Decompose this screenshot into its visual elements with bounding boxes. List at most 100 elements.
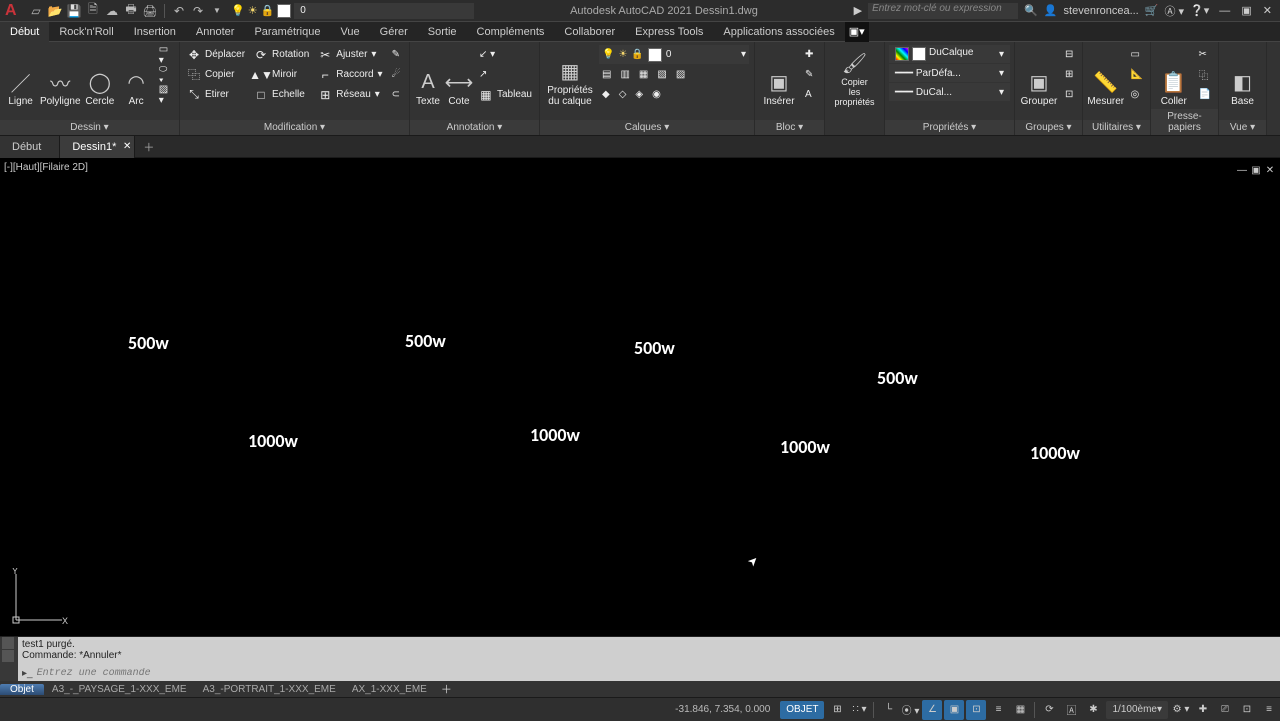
- inserer-button[interactable]: ▣Insérer: [759, 45, 799, 107]
- layer-tool4-icon[interactable]: ▧: [654, 65, 669, 84]
- layer-tool9-icon[interactable]: ◉: [649, 85, 664, 104]
- minimize-icon[interactable]: —: [1215, 5, 1234, 17]
- model-text[interactable]: 1000w: [248, 430, 298, 452]
- ajuster-button[interactable]: ✂Ajuster ▾: [315, 45, 385, 64]
- layer-props-button[interactable]: ▦Propriétés du calque: [544, 45, 596, 107]
- layout-a3-paysage[interactable]: A3_-_PAYSAGE_1-XXX_EME: [44, 684, 195, 695]
- paste-icon[interactable]: 📄: [1196, 85, 1214, 104]
- redo-icon[interactable]: ↷: [190, 3, 206, 19]
- tab-collaborer[interactable]: Collaborer: [554, 22, 625, 42]
- ungroup-icon[interactable]: ⊟: [1062, 45, 1076, 64]
- save-icon[interactable]: 💾: [66, 3, 82, 19]
- cloud-icon[interactable]: ☁: [104, 3, 120, 19]
- gear-icon[interactable]: ⚙ ▾: [1171, 700, 1191, 720]
- qat-layer-dropdown[interactable]: 0: [294, 3, 474, 19]
- groupedit-icon[interactable]: ⊞: [1062, 65, 1076, 84]
- raccord-button[interactable]: ⌐Raccord ▾: [315, 65, 385, 84]
- explode-icon[interactable]: ☄: [389, 65, 404, 84]
- copy-icon[interactable]: ⿻: [1196, 65, 1214, 84]
- vp-minimize-icon[interactable]: —: [1236, 164, 1248, 176]
- saveas-icon[interactable]: 🗎: [85, 3, 101, 19]
- cercle-button[interactable]: ◯Cercle: [83, 45, 116, 107]
- erase-icon[interactable]: ✎: [389, 45, 404, 64]
- add-layout-icon[interactable]: ＋: [435, 681, 458, 697]
- panel-label-calques[interactable]: Calques ▾: [540, 120, 754, 135]
- new-icon[interactable]: ▱: [28, 3, 44, 19]
- color-dropdown[interactable]: DuCalque▾: [889, 45, 1010, 63]
- tab-rocknroll[interactable]: Rock'n'Roll: [49, 22, 123, 42]
- filetab-start[interactable]: Début: [0, 136, 60, 158]
- block-attr-icon[interactable]: A: [802, 85, 816, 104]
- sun-icon[interactable]: ☀: [248, 4, 258, 17]
- search-icon[interactable]: 🔍: [1024, 4, 1038, 17]
- app-store-icon[interactable]: Ⓐ ▾: [1164, 3, 1184, 19]
- annotation-vis-icon[interactable]: ✱: [1083, 700, 1103, 720]
- layout-a3-portrait[interactable]: A3_-PORTRAIT_1-XXX_EME: [195, 684, 344, 695]
- help-search[interactable]: Entrez mot-clé ou expression: [868, 3, 1018, 19]
- layer-dropdown[interactable]: 💡 ☀ 🔒 0▾: [599, 45, 749, 64]
- tab-complements[interactable]: Compléments: [467, 22, 555, 42]
- clean-icon[interactable]: ⊡: [1237, 700, 1257, 720]
- layer-tool1-icon[interactable]: ▤: [599, 65, 614, 84]
- plot-icon[interactable]: 🖶: [123, 3, 139, 19]
- close-tab-icon[interactable]: ✕: [123, 141, 131, 152]
- block-create-icon[interactable]: ✚: [802, 45, 816, 64]
- model-text[interactable]: 1000w: [1030, 442, 1080, 464]
- mesurer-button[interactable]: 📏Mesurer: [1087, 45, 1125, 107]
- cycling-icon[interactable]: ⟳: [1039, 700, 1059, 720]
- layer-tool7-icon[interactable]: ◇: [616, 85, 630, 104]
- app-icon[interactable]: A: [5, 2, 23, 20]
- model-text[interactable]: 1000w: [530, 424, 580, 446]
- hardware-icon[interactable]: ⎚: [1215, 700, 1235, 720]
- texte-button[interactable]: ATexte: [414, 45, 442, 107]
- util2-icon[interactable]: 📐: [1128, 65, 1146, 84]
- panel-label-annotation[interactable]: Annotation ▾: [410, 120, 539, 135]
- object-snap-toggle[interactable]: OBJET: [780, 701, 824, 719]
- scale-dropdown[interactable]: 1/100ème ▾: [1106, 701, 1168, 719]
- tab-insertion[interactable]: Insertion: [124, 22, 186, 42]
- reseau-button[interactable]: ⊞Réseau ▾: [315, 85, 385, 104]
- tab-annoter[interactable]: Annoter: [186, 22, 245, 42]
- lineweight-dropdown[interactable]: ━━━ DuCal...▾: [889, 83, 1010, 101]
- viewport[interactable]: [-][Haut][Filaire 2D] — ▣ ✕ 500w500w500w…: [0, 158, 1280, 636]
- layer-tool8-icon[interactable]: ◈: [632, 85, 646, 104]
- panel-label-bloc[interactable]: Bloc ▾: [755, 120, 824, 135]
- etirer-button[interactable]: ⤡Etirer: [184, 85, 248, 104]
- polar-icon[interactable]: ⦿ ▾: [900, 700, 920, 720]
- grouper-button[interactable]: ▣Grouper: [1019, 45, 1059, 107]
- tab-parametrique[interactable]: Paramétrique: [244, 22, 330, 42]
- deplacer-button[interactable]: ✥Déplacer: [184, 45, 248, 64]
- groupsel-icon[interactable]: ⊡: [1062, 85, 1076, 104]
- leader-icon[interactable]: ↙ ▾: [476, 45, 535, 64]
- echelle-button[interactable]: □Echelle: [251, 85, 312, 104]
- linetype-dropdown[interactable]: ━━━ ParDéfa...▾: [889, 64, 1010, 82]
- tableau-button[interactable]: ▦Tableau: [476, 85, 535, 104]
- lineweight-icon[interactable]: ≡: [988, 700, 1008, 720]
- model-text[interactable]: 1000w: [780, 436, 830, 458]
- miroir-button[interactable]: ▲▼Miroir: [251, 65, 312, 84]
- tab-debut[interactable]: Début: [0, 22, 49, 42]
- tab-express[interactable]: Express Tools: [625, 22, 713, 42]
- tab-apps[interactable]: Applications associées: [713, 22, 844, 42]
- print-icon[interactable]: 🖨: [142, 3, 158, 19]
- model-text[interactable]: 500w: [877, 367, 918, 389]
- close-icon[interactable]: ✕: [1259, 5, 1276, 17]
- command-handle[interactable]: [2, 637, 14, 662]
- util3-icon[interactable]: ◎: [1128, 85, 1146, 104]
- panel-label-utilitaires[interactable]: Utilitaires ▾: [1083, 120, 1150, 135]
- cart-icon[interactable]: 🛒: [1145, 4, 1159, 17]
- offset-icon[interactable]: ⊂: [389, 85, 404, 104]
- coller-button[interactable]: 📋Coller: [1155, 45, 1193, 107]
- osnap-icon[interactable]: ▣: [944, 700, 964, 720]
- copier-button[interactable]: ⿻Copier: [184, 65, 248, 84]
- polyligne-button[interactable]: 〰Polyligne: [40, 45, 80, 107]
- mleader-icon[interactable]: ↗: [476, 65, 535, 84]
- isodraft-icon[interactable]: ∠: [922, 700, 942, 720]
- transparency-icon[interactable]: ▦: [1010, 700, 1030, 720]
- undo-icon[interactable]: ↶: [171, 3, 187, 19]
- lightbulb-icon[interactable]: 💡: [231, 4, 245, 17]
- panel-label-vue[interactable]: Vue ▾: [1219, 120, 1266, 135]
- annotation-scale-icon[interactable]: 🄰: [1061, 700, 1081, 720]
- model-text[interactable]: 500w: [405, 330, 446, 352]
- lock-icon[interactable]: 🔒: [261, 4, 275, 17]
